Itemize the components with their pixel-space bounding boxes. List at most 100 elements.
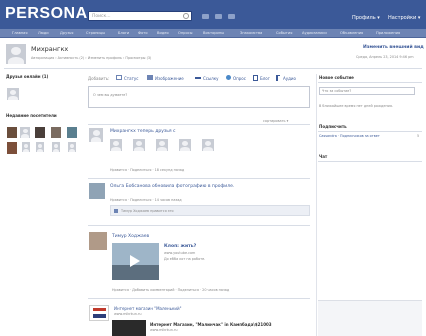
nav-item-quizzes[interactable]: Викторины <box>203 31 224 35</box>
blog-icon <box>253 75 258 81</box>
profile-avatar[interactable] <box>6 44 26 64</box>
date-info: Среда, Апрель 23, 2014 9:46 pm <box>356 55 414 59</box>
visitor-avatar[interactable] <box>67 127 77 138</box>
search-input[interactable]: Поиск... <box>88 11 192 21</box>
search-placeholder: Поиск... <box>92 14 111 19</box>
new-event-title: Новое событие <box>319 75 354 80</box>
profile-menu[interactable]: Профиль ▾ <box>352 15 380 21</box>
friends-online-title: Друзья онлайн (1) <box>6 74 49 79</box>
friend-requests-icon[interactable] <box>202 14 209 19</box>
right-divider <box>318 131 422 132</box>
chat-panel <box>318 300 422 336</box>
visitor-avatar[interactable] <box>36 142 44 152</box>
visitor-avatar[interactable] <box>20 127 30 138</box>
online-friend-avatar[interactable] <box>7 88 19 100</box>
play-icon[interactable] <box>130 255 140 267</box>
composer-poll[interactable]: Опрос <box>233 76 246 81</box>
nav-item-audio[interactable]: Аудиозаписи <box>302 31 327 35</box>
profile-links[interactable]: Авторизация › Активность (2) › Изменить … <box>31 56 151 60</box>
nav-item-events[interactable]: События <box>276 31 292 35</box>
top-bar: PERSONA Поиск... Профиль ▾ Настройки ▾ <box>0 0 426 29</box>
shop-logo[interactable] <box>89 305 109 321</box>
visitor-avatar[interactable] <box>68 142 76 152</box>
link-description: До ебба кот на работе. <box>164 257 206 261</box>
right-sidebar <box>316 74 422 336</box>
composer-audio[interactable]: Аудио <box>283 76 296 81</box>
messages-icon[interactable] <box>215 14 222 19</box>
friend-avatar[interactable] <box>179 139 191 151</box>
feed-divider <box>88 124 310 125</box>
feed-title[interactable]: Ольга Бобсанова обновила фотографию в пр… <box>110 184 234 189</box>
subscribe-count: 5 <box>417 134 420 138</box>
profile-name[interactable]: Михрангкх <box>31 45 68 53</box>
friend-avatar[interactable] <box>202 139 214 151</box>
nav-item-dating[interactable]: Знакомства <box>240 31 262 35</box>
link-url[interactable]: www.mikrkun.ru <box>150 328 177 332</box>
feed-avatar[interactable] <box>89 232 107 250</box>
friend-avatar[interactable] <box>156 139 168 151</box>
status-textarea[interactable]: О чем вы думаете? <box>88 86 310 108</box>
feed-divider <box>88 178 310 179</box>
feed-title[interactable]: Михрангкх теперь друзья с <box>110 129 176 134</box>
feed-title[interactable]: Интернет магазин "Маленький" <box>114 306 181 311</box>
nav-item-blogs[interactable]: Блоги <box>118 31 129 35</box>
visitor-avatar[interactable] <box>7 127 17 138</box>
status-placeholder: О чем вы думаете? <box>93 93 128 97</box>
feed-meta[interactable]: Нравится · Добавить комментарий · Подели… <box>112 288 229 292</box>
nav-item-photos[interactable]: Фото <box>138 31 148 35</box>
nav-item-people[interactable]: Люди <box>38 31 49 35</box>
link-title[interactable]: Интернет Магазин, "Малинчак" in Кампбада… <box>150 322 272 327</box>
feed-avatar[interactable] <box>89 183 105 199</box>
visitor-avatar[interactable] <box>22 142 30 152</box>
nav-item-ads[interactable]: Объявления <box>340 31 363 35</box>
likes-box: Тимур Ходжаев нравится это <box>110 205 310 216</box>
composer-blog[interactable]: Блог <box>260 76 270 81</box>
link-title[interactable]: Клоп: жить? <box>164 244 196 249</box>
settings-menu[interactable]: Настройки ▾ <box>388 15 420 21</box>
link-url[interactable]: www.youtube.com <box>164 251 195 255</box>
right-divider <box>318 82 422 83</box>
logo[interactable]: PERSONA <box>5 6 88 22</box>
nav-item-home[interactable]: Главная <box>12 31 28 35</box>
likes-text[interactable]: Тимур Ходжаев нравится это <box>121 209 174 213</box>
composer-status[interactable]: Статус <box>124 76 138 81</box>
audio-icon <box>276 75 280 81</box>
event-input[interactable]: Что за событие? <box>319 87 415 95</box>
visitor-avatar[interactable] <box>52 142 60 152</box>
feed-url[interactable]: www.mikrkun.ru <box>114 312 141 316</box>
edit-appearance-link[interactable]: Изменить внешний вид <box>363 45 424 50</box>
visitor-avatar[interactable] <box>7 142 17 154</box>
subscribe-item[interactable]: Cassandra · Подписчиков за ответ <box>319 134 380 138</box>
visitor-avatar[interactable] <box>35 127 45 138</box>
composer-link[interactable]: Ссылку <box>203 76 219 81</box>
shop-logo-text <box>93 314 106 318</box>
nav-item-apps[interactable]: Приложения <box>376 31 400 35</box>
shop-image[interactable] <box>112 320 146 336</box>
feed-title[interactable]: Тимур Ходжаев <box>112 234 149 239</box>
right-divider <box>318 161 422 162</box>
feed-meta[interactable]: Нравится · Поделиться · 18 секунд назад <box>110 168 184 172</box>
link-icon <box>195 77 201 79</box>
shop-logo-stripe <box>93 308 106 311</box>
search-icon[interactable] <box>183 13 189 19</box>
nav-item-friends[interactable]: Друзья <box>60 31 73 35</box>
notifications-icon[interactable] <box>228 14 235 19</box>
nav-item-videos[interactable]: Видео <box>157 31 169 35</box>
feed-avatar[interactable] <box>89 128 103 142</box>
feed-meta[interactable]: Нравится · Поделиться · 14 часов назад <box>110 198 182 202</box>
subscribe-title: Подписчить <box>319 124 347 129</box>
composer-label: Добавить: <box>88 76 110 81</box>
sort-dropdown[interactable]: сортировать ▾ <box>263 119 288 123</box>
video-thumbnail[interactable] <box>112 243 159 280</box>
status-icon <box>116 75 122 80</box>
header-divider <box>4 68 422 69</box>
nav-item-polls[interactable]: Опросы <box>178 31 192 35</box>
nav-item-pages[interactable]: Страницы <box>86 31 105 35</box>
friend-avatar[interactable] <box>133 139 145 151</box>
event-placeholder: Что за событие? <box>322 89 352 93</box>
composer-image[interactable]: Изображение <box>155 76 184 81</box>
feed-divider <box>88 298 310 299</box>
birthday-note: В ближайшее время нет дней рождения. <box>319 104 393 108</box>
friend-avatar[interactable] <box>110 139 122 151</box>
visitor-avatar[interactable] <box>51 127 61 138</box>
